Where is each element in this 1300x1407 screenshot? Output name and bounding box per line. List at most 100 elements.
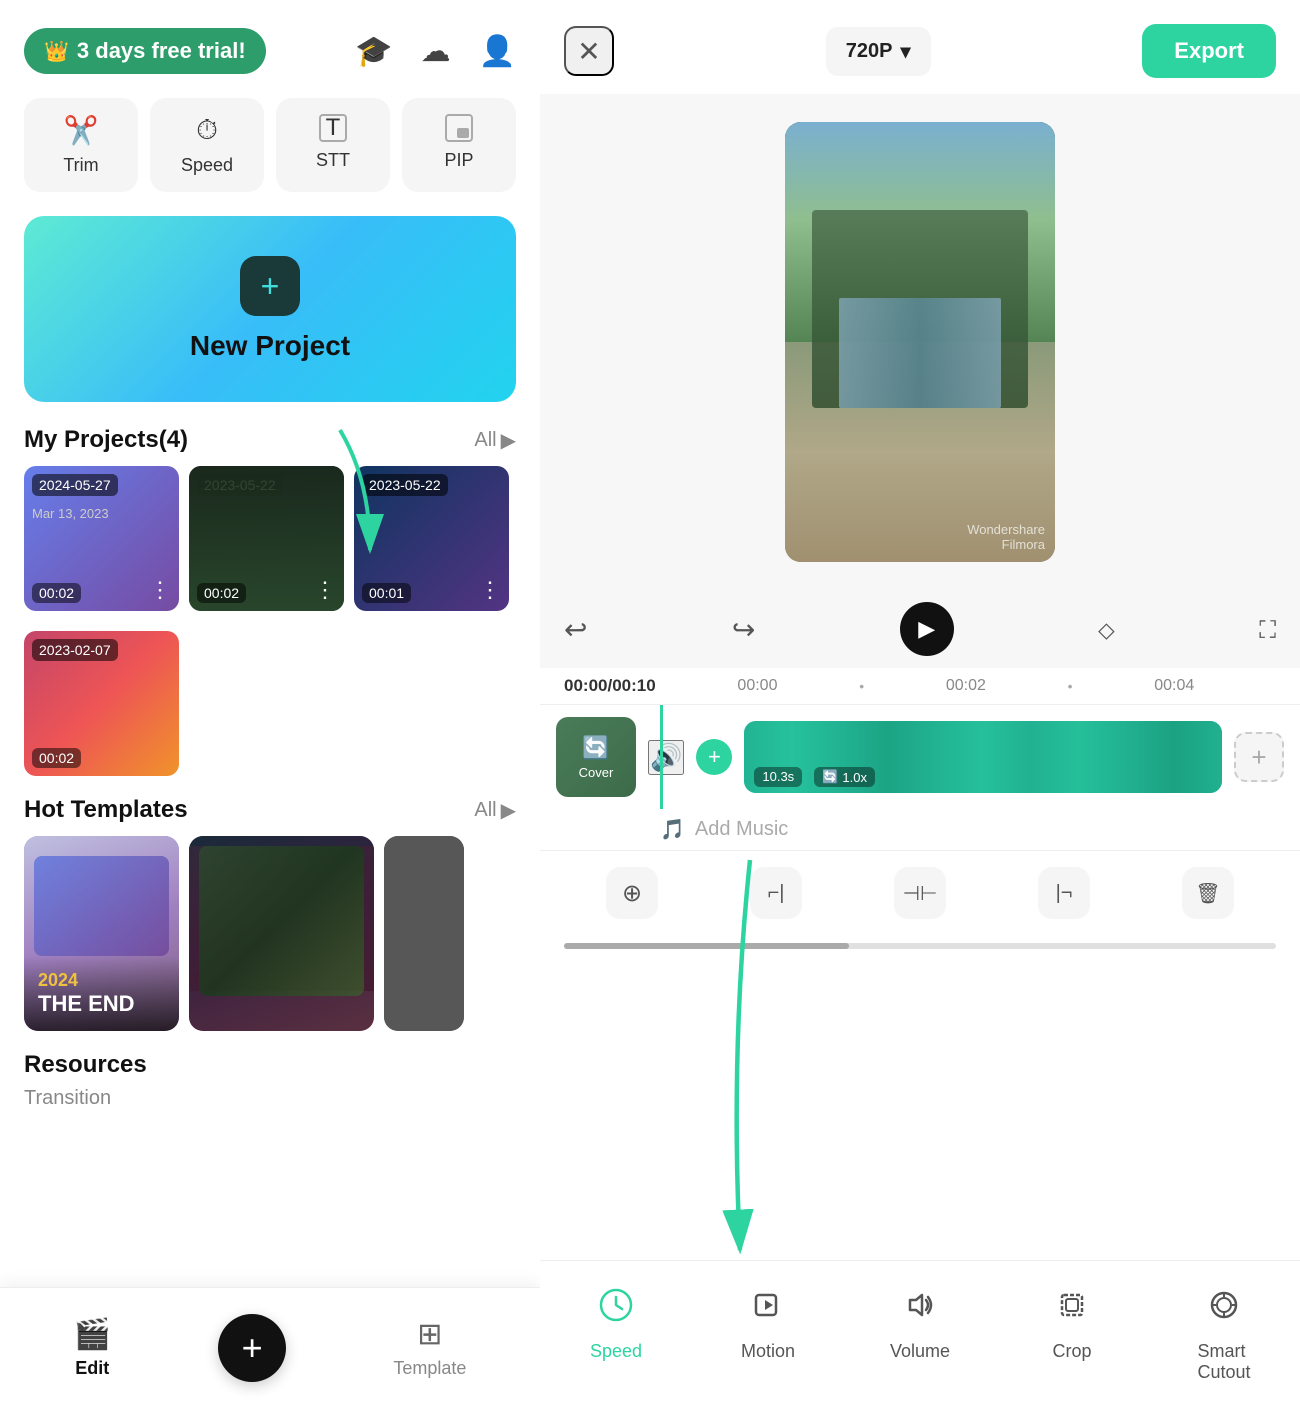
keyframe-button[interactable]: ⬦ xyxy=(1098,613,1115,645)
trim-right-button[interactable]: |¬ xyxy=(1038,867,1090,919)
toolbar-item-speed[interactable]: Speed xyxy=(540,1277,692,1383)
project-sub-1: Mar 13, 2023 xyxy=(32,506,109,521)
track-clip[interactable]: 10.3s 🔄 1.0x xyxy=(744,721,1222,793)
trim-left-button[interactable]: ⌐| xyxy=(750,867,802,919)
project-more-2[interactable]: ⋮ xyxy=(314,577,336,603)
video-preview: Wondershare Filmora xyxy=(785,122,1055,562)
template-item-3[interactable] xyxy=(384,836,464,1031)
add-start-icon: + xyxy=(708,744,721,770)
clip-speed: 🔄 1.0x xyxy=(814,767,875,787)
pip-button[interactable]: PIP xyxy=(402,98,516,192)
clip-info: 10.3s 🔄 1.0x xyxy=(754,767,875,787)
close-icon: ✕ xyxy=(577,35,600,68)
quality-button[interactable]: 720P ▾ xyxy=(826,27,931,76)
time-marker-2: 00:04 xyxy=(1073,677,1277,695)
speed-toolbar-label: Speed xyxy=(590,1341,642,1362)
hot-templates-all-link[interactable]: All ▶ xyxy=(474,798,516,823)
crown-icon: 👑 xyxy=(44,39,69,64)
left-panel: 👑 3 days free trial! 🎓 ☁ 👤 ✂️ Trim ⏱ Spe… xyxy=(0,0,540,1407)
diamond-icon: ⬦ xyxy=(1098,617,1115,644)
trim-icon: ✂️ xyxy=(64,114,99,147)
projects-grid: 2024-05-27 Mar 13, 2023 00:02 ⋮ 2023-05-… xyxy=(0,466,540,788)
split-icon: ⊣⊢ xyxy=(903,881,938,906)
hot-templates-header: Hot Templates All ▶ xyxy=(0,796,540,836)
project-duration-3: 00:01 xyxy=(362,583,411,603)
crop-toolbar-label: Crop xyxy=(1052,1341,1091,1362)
new-project-button[interactable]: + New Project xyxy=(24,216,516,402)
nav-add-button[interactable]: + xyxy=(218,1314,286,1382)
cover-label: Cover xyxy=(579,765,614,780)
my-projects-title: My Projects(4) xyxy=(24,426,188,454)
project-date-4: 2023-02-07 xyxy=(32,639,118,661)
bottom-nav: 🎬 Edit + ⊞ Template xyxy=(0,1287,540,1407)
play-button[interactable]: ▶ xyxy=(900,602,954,656)
toolbar-item-volume[interactable]: Volume xyxy=(844,1277,996,1383)
top-icons: 🎓 ☁ 👤 xyxy=(355,34,516,69)
chevron-right-icon: ▶ xyxy=(501,428,516,453)
fullscreen-button[interactable]: ⛶ xyxy=(1259,613,1276,645)
nav-plus-icon: + xyxy=(242,1327,263,1369)
toolbar-item-smart-cutout[interactable]: SmartCutout xyxy=(1148,1277,1300,1383)
speed-button[interactable]: ⏱ Speed xyxy=(150,98,264,192)
left-top-bar: 👑 3 days free trial! 🎓 ☁ 👤 xyxy=(0,0,540,90)
add-at-start-button[interactable]: + xyxy=(696,739,732,775)
plus-icon: + xyxy=(261,268,280,305)
watermark: Wondershare Filmora xyxy=(967,522,1045,552)
speed-toolbar-icon xyxy=(588,1277,644,1333)
video-frame: Wondershare Filmora xyxy=(785,122,1055,562)
speed-label: Speed xyxy=(181,155,233,176)
template-item-1[interactable]: 2024 THE END xyxy=(24,836,179,1031)
trim-label: Trim xyxy=(63,155,98,176)
export-button[interactable]: Export xyxy=(1142,24,1276,78)
resources-title: Resources xyxy=(24,1051,516,1079)
project-more-3[interactable]: ⋮ xyxy=(479,577,501,603)
stt-button[interactable]: T STT xyxy=(276,98,390,192)
undo-button[interactable]: ↩ xyxy=(564,613,587,646)
nav-template[interactable]: ⊞ Template xyxy=(393,1317,466,1379)
crop-toolbar-icon xyxy=(1044,1277,1100,1333)
close-button[interactable]: ✕ xyxy=(564,26,614,76)
project-item-1[interactable]: 2024-05-27 Mar 13, 2023 00:02 ⋮ xyxy=(24,466,179,611)
playback-controls: ↩ ↪ ▶ ⬦ ⛶ xyxy=(540,590,1300,668)
template-item-2[interactable] xyxy=(189,836,374,1031)
cloud-icon[interactable]: ☁ xyxy=(421,34,451,69)
trial-badge[interactable]: 👑 3 days free trial! xyxy=(24,28,266,74)
speed-icon: ⏱ xyxy=(196,114,218,147)
toolbar-item-motion[interactable]: Motion xyxy=(692,1277,844,1383)
timeline-area: 00:00/00:10 00:00 • 00:02 • 00:04 🔄 Cove… xyxy=(540,668,1300,1260)
left-panel-content: 👑 3 days free trial! 🎓 ☁ 👤 ✂️ Trim ⏱ Spe… xyxy=(0,0,540,1407)
trim-button[interactable]: ✂️ Trim xyxy=(24,98,138,192)
profile-icon[interactable]: 👤 xyxy=(479,34,516,69)
clip-duration: 10.3s xyxy=(754,767,802,787)
my-projects-header: My Projects(4) All ▶ xyxy=(0,426,540,466)
cover-button[interactable]: 🔄 Cover xyxy=(556,717,636,797)
add-clip-button[interactable]: + xyxy=(1234,732,1284,782)
bottom-toolbar: Speed Motion xyxy=(540,1260,1300,1407)
pip-icon xyxy=(445,114,473,142)
speed-icon-small: 🔄 xyxy=(822,769,838,785)
delete-clip-button[interactable]: 🗑 xyxy=(1182,867,1234,919)
project-date-1: 2024-05-27 xyxy=(32,474,118,496)
project-item-4[interactable]: 2023-02-07 00:02 xyxy=(24,631,179,776)
trial-badge-label: 3 days free trial! xyxy=(77,38,246,64)
timeline-scrollbar[interactable] xyxy=(564,943,1276,949)
project-item-2[interactable]: 2023-05-22 00:02 ⋮ xyxy=(189,466,344,611)
split-button[interactable]: ⊣⊢ xyxy=(894,867,946,919)
audio-button[interactable]: 🔊 xyxy=(648,740,684,775)
scroll-thumb[interactable] xyxy=(564,943,849,949)
add-clip-tool-button[interactable]: ⊕ xyxy=(606,867,658,919)
nav-edit[interactable]: 🎬 Edit xyxy=(74,1317,111,1379)
my-projects-all-link[interactable]: All ▶ xyxy=(474,428,516,453)
education-icon[interactable]: 🎓 xyxy=(355,34,392,69)
template-title-1: THE END xyxy=(38,991,165,1017)
project-item-3[interactable]: 2023-05-22 00:01 ⋮ xyxy=(354,466,509,611)
watermark-text: Wondershare xyxy=(967,522,1045,537)
toolbar-item-crop[interactable]: Crop xyxy=(996,1277,1148,1383)
hot-templates-title: Hot Templates xyxy=(24,796,188,824)
add-music-row[interactable]: 🎵 Add Music xyxy=(540,809,1300,850)
play-icon: ▶ xyxy=(918,616,935,642)
motion-toolbar-label: Motion xyxy=(741,1341,795,1362)
template-overlay-1: 2024 THE END xyxy=(24,956,179,1031)
project-more-1[interactable]: ⋮ xyxy=(149,577,171,603)
redo-button[interactable]: ↪ xyxy=(732,613,755,646)
